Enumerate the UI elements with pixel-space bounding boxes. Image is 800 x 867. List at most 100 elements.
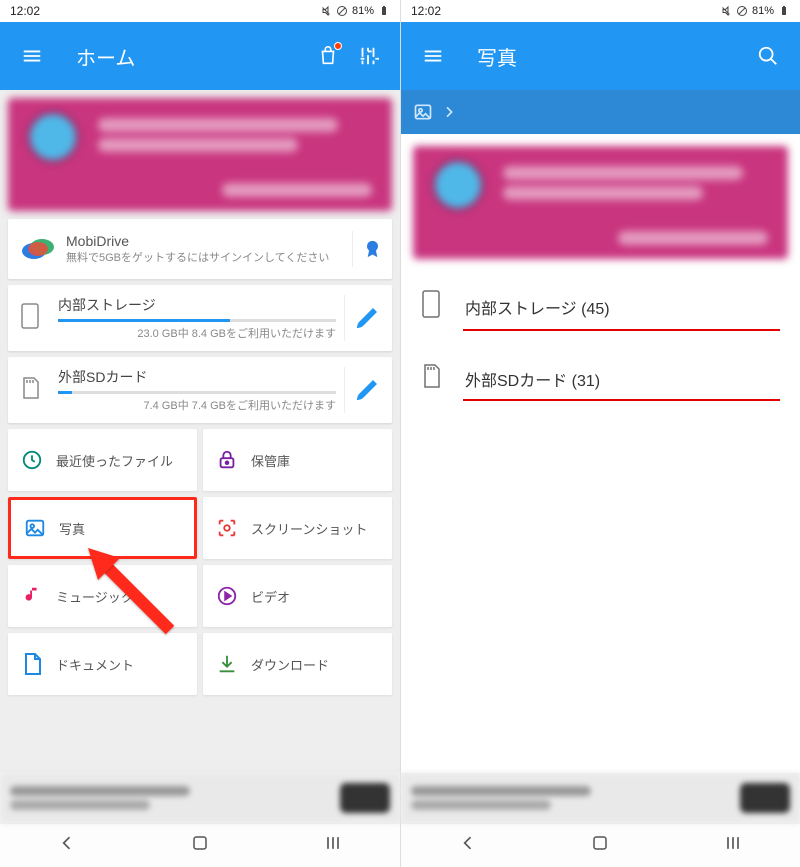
menu-button[interactable] <box>413 36 453 76</box>
chevron-right-icon <box>441 104 457 120</box>
sdcard-storage-card[interactable]: 外部SDカード 7.4 GB中 7.4 GBをご利用いただけます <box>8 357 392 423</box>
brush-icon <box>355 378 379 402</box>
list-item-internal[interactable]: 内部ストレージ (45) <box>401 271 800 329</box>
system-nav <box>401 823 800 867</box>
page-title: ホーム <box>76 42 308 71</box>
photos-label: 写真 <box>59 519 85 538</box>
status-bar: 12:02 81% <box>0 0 400 22</box>
list-item-label: 外部SDカード (31) <box>465 367 600 391</box>
brush-icon <box>355 306 379 330</box>
phone-icon <box>421 289 441 319</box>
status-icons: 81% <box>720 5 790 17</box>
ribbon-icon <box>365 235 380 263</box>
recents-button[interactable] <box>323 833 343 858</box>
notification-dot <box>334 42 342 50</box>
mobidrive-title: MobiDrive <box>66 233 344 249</box>
ad-banner[interactable] <box>0 773 400 823</box>
search-icon <box>757 45 779 67</box>
photos-content: 内部ストレージ (45) 外部SDカード (31) <box>401 134 800 773</box>
list-item-sdcard[interactable]: 外部SDカード (31) <box>401 345 800 399</box>
menu-button[interactable] <box>12 36 52 76</box>
clock-icon <box>21 449 43 471</box>
status-icons: 81% <box>320 5 390 17</box>
promo-banner[interactable] <box>8 98 392 211</box>
bars-icon <box>723 833 743 853</box>
screenshots-tile[interactable]: スクリーンショット <box>203 497 392 559</box>
mobidrive-card[interactable]: MobiDrive 無料で5GBをゲットするにはサインインしてください <box>8 219 392 279</box>
battery-pct: 81% <box>352 5 374 17</box>
documents-tile[interactable]: ドキュメント <box>8 633 197 695</box>
lock-icon <box>216 449 238 471</box>
phone-icon <box>20 302 40 330</box>
block-icon <box>736 5 748 17</box>
annotation-underline <box>463 399 780 401</box>
documents-label: ドキュメント <box>56 655 134 674</box>
back-button[interactable] <box>458 833 478 858</box>
promo-banner[interactable] <box>413 146 788 259</box>
status-bar: 12:02 81% <box>401 0 800 22</box>
app-bar-photos: 写真 <box>401 22 800 90</box>
internal-storage-title: 内部ストレージ <box>58 295 336 315</box>
award-badge <box>352 231 380 267</box>
vault-label: 保管庫 <box>251 451 290 470</box>
image-icon <box>413 102 433 122</box>
clock: 12:02 <box>10 4 40 18</box>
download-icon <box>216 653 238 675</box>
recent-label: 最近使ったファイル <box>56 451 173 470</box>
clean-internal-button[interactable] <box>344 295 380 341</box>
hamburger-icon <box>21 45 43 67</box>
battery-icon <box>778 5 790 17</box>
settings-button[interactable] <box>348 36 388 76</box>
music-label: ミュージック <box>56 587 134 606</box>
list-item-label: 内部ストレージ (45) <box>465 295 610 319</box>
bars-icon <box>323 833 343 853</box>
annotation-underline <box>463 329 780 331</box>
left-pane: 12:02 81% ホーム <box>0 0 400 867</box>
music-icon <box>21 585 43 607</box>
image-icon <box>24 517 46 539</box>
sdcard-icon <box>20 376 40 400</box>
home-button[interactable] <box>591 834 609 857</box>
downloads-label: ダウンロード <box>251 655 329 674</box>
mute-icon <box>320 5 332 17</box>
internal-storage-subtitle: 23.0 GB中 8.4 GBをご利用いただけます <box>58 325 336 341</box>
internal-storage-card[interactable]: 内部ストレージ 23.0 GB中 8.4 GBをご利用いただけます <box>8 285 392 351</box>
video-tile[interactable]: ビデオ <box>203 565 392 627</box>
recent-tile[interactable]: 最近使ったファイル <box>8 429 197 491</box>
battery-icon <box>378 5 390 17</box>
video-label: ビデオ <box>251 587 290 606</box>
square-icon <box>191 834 209 852</box>
home-button[interactable] <box>191 834 209 857</box>
mobidrive-subtitle: 無料で5GBをゲットするにはサインインしてください <box>66 251 344 265</box>
chevron-left-icon <box>57 833 77 853</box>
right-pane: 12:02 81% 写真 <box>400 0 800 867</box>
downloads-tile[interactable]: ダウンロード <box>203 633 392 695</box>
store-button[interactable] <box>308 36 348 76</box>
block-icon <box>336 5 348 17</box>
hamburger-icon <box>422 45 444 67</box>
document-icon <box>22 652 42 676</box>
breadcrumb[interactable] <box>401 90 800 134</box>
chevron-left-icon <box>458 833 478 853</box>
search-button[interactable] <box>748 36 788 76</box>
clean-sdcard-button[interactable] <box>344 367 380 413</box>
battery-pct: 81% <box>752 5 774 17</box>
mute-icon <box>720 5 732 17</box>
recents-button[interactable] <box>723 833 743 858</box>
clock: 12:02 <box>411 4 441 18</box>
ad-banner[interactable] <box>401 773 800 823</box>
sdcard-subtitle: 7.4 GB中 7.4 GBをご利用いただけます <box>58 397 336 413</box>
mobidrive-icon <box>20 231 56 267</box>
sdcard-title: 外部SDカード <box>58 367 336 387</box>
vault-tile[interactable]: 保管庫 <box>203 429 392 491</box>
photos-tile[interactable]: 写真 <box>8 497 197 559</box>
play-circle-icon <box>216 585 238 607</box>
home-content: MobiDrive 無料で5GBをゲットするにはサインインしてください 内部スト… <box>0 90 400 773</box>
sliders-icon <box>357 45 379 67</box>
square-icon <box>591 834 609 852</box>
sdcard-icon <box>421 363 441 389</box>
music-tile[interactable]: ミュージック <box>8 565 197 627</box>
page-title: 写真 <box>477 42 748 71</box>
back-button[interactable] <box>57 833 77 858</box>
capture-icon <box>216 517 238 539</box>
